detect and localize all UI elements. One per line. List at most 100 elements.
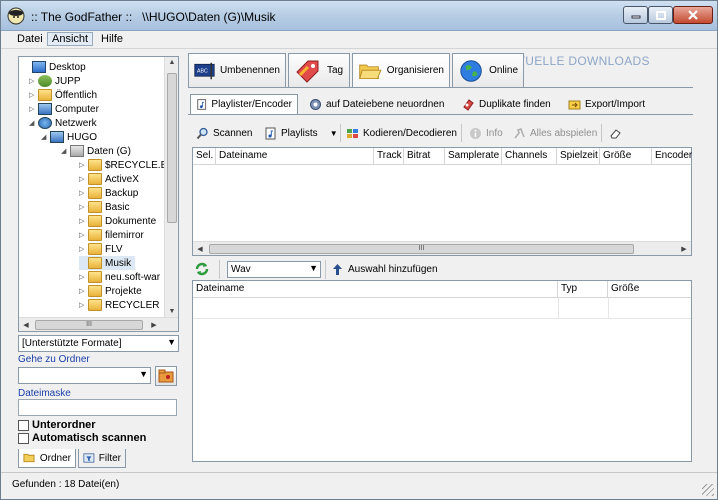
subfolders-checkbox[interactable]: Unterordner [18,419,96,431]
tab-online[interactable]: Online [452,53,524,88]
encode-queue-table[interactable]: Dateiname Typ Größe [192,280,692,462]
refresh-button[interactable] [194,261,210,277]
tree-horizontal-scrollbar[interactable]: ◀ III ▶ [19,317,178,331]
column-dateiname[interactable]: Dateiname [216,148,374,165]
drive-icon [70,145,84,157]
column-bitrate[interactable]: Bitrat [404,148,445,165]
column-track[interactable]: Track [374,148,404,165]
tree-item-computer[interactable]: ▷ Computer [29,102,99,116]
menu-datei[interactable]: Datei [13,33,47,45]
tree-item-dokumente[interactable]: ▷ Dokumente [79,214,156,228]
folder-tree[interactable]: Desktop ▷ JUPP ▷ Öffentlich ▷ Computer ◢ Net… [18,56,179,332]
scroll-left-icon[interactable]: ◀ [19,321,33,329]
scroll-right-icon[interactable]: ▶ [147,321,161,329]
checkbox-box[interactable] [18,419,29,431]
tree-item-activex[interactable]: ▷ ActiveX [79,172,139,186]
tab-tag[interactable]: Tag [288,53,350,88]
column-spielzeit[interactable]: Spielzeit [557,148,600,165]
folder-icon [88,215,102,227]
chevron-down-icon[interactable]: ▼ [330,129,338,138]
scroll-down-icon[interactable]: ▼ [165,308,179,315]
format-filter-combo[interactable]: [Unterstützte Formate] ▼ [18,335,179,352]
subtab-reorganize-files[interactable]: auf Dateiebene neuordnen [304,94,449,114]
globe-icon [460,59,482,82]
tab-divider [188,87,693,88]
resize-grip-icon[interactable] [702,484,714,496]
toolbar-separator [461,124,462,142]
encode-icon [347,128,358,138]
folder-icon [88,173,102,185]
scroll-up-icon[interactable]: ▲ [165,59,179,66]
scroll-thumb[interactable] [167,73,177,223]
autoscan-checkbox[interactable]: Automatisch scannen [18,432,146,444]
tree-item-recycle-bin[interactable]: ▷ $RECYCLE.BI [79,158,170,172]
tree-item-flv[interactable]: ▷ FLV [79,242,123,256]
add-selection-button[interactable]: Auswahl hinzufügen [331,263,438,276]
tab-organisieren[interactable]: Organisieren [352,53,450,88]
tree-item-backup[interactable]: ▷ Backup [79,186,138,200]
chevron-down-icon: ▼ [309,263,318,273]
column-dateiname[interactable]: Dateiname [193,281,558,298]
tree-item-jupp[interactable]: ▷ JUPP [29,74,81,88]
tree-item-recycler[interactable]: ▷ RECYCLER [79,298,159,312]
scroll-left-icon[interactable]: ◀ [193,245,207,253]
tab-ordner[interactable]: Ordner [18,449,76,468]
column-groesse[interactable]: Größe [600,148,652,165]
output-format-select[interactable]: Wav ▼ [227,261,321,278]
filter-icon [83,453,95,463]
column-typ[interactable]: Typ [558,281,608,298]
clear-button[interactable] [609,124,626,142]
subtab-export-import[interactable]: Export/Import [563,94,650,114]
column-encoder[interactable]: Encoder [652,148,692,165]
scroll-right-icon[interactable]: ▶ [677,245,691,253]
tree-item-basic[interactable]: ▷ Basic [79,200,129,214]
close-icon [688,10,698,20]
subtab-find-duplicates[interactable]: Duplikate finden [457,94,556,114]
maximize-button[interactable] [648,6,673,24]
tree-item-musik[interactable]: Musik [79,256,136,270]
scroll-thumb[interactable]: III [209,244,634,254]
tree-item-oeffentlich[interactable]: ▷ Öffentlich [29,88,97,102]
playlists-dropdown-button[interactable]: Playlists ▼ [264,124,338,142]
scroll-thumb[interactable]: III [35,320,143,330]
tab-filter[interactable]: Filter [78,449,126,468]
info-button[interactable]: Info [469,124,503,142]
folder-icon [38,89,52,101]
file-mask-input[interactable] [18,399,177,416]
goto-folder-combo[interactable]: ▼ [18,367,151,384]
column-sel[interactable]: Sel. [193,148,216,165]
table-horizontal-scrollbar[interactable]: ◀ III ▶ [193,241,691,255]
tree-item-desktop[interactable]: Desktop [23,60,86,74]
folder-icon [88,201,102,213]
tree-item-filemirror[interactable]: ▷ filemirror [79,228,144,242]
column-samplerate[interactable]: Samplerate [445,148,502,165]
tree-item-hugo[interactable]: ◢ HUGO [41,130,97,144]
minimize-button[interactable] [623,6,648,24]
checkbox-box[interactable] [18,432,29,444]
column-channels[interactable]: Channels [502,148,557,165]
tab-umbenennen[interactable]: ABC Umbenennen [188,53,286,88]
subtab-divider [188,114,693,115]
menu-ansicht[interactable]: Ansicht [47,32,94,46]
abc-rename-icon: ABC [194,62,215,79]
tree-item-daten-g[interactable]: ◢ Daten (G) [61,144,131,158]
folder-open-icon [359,64,382,79]
column-groesse[interactable]: Größe [608,281,691,298]
scan-button[interactable]: Scannen [196,124,252,142]
folder-icon [88,271,102,283]
menu-hilfe[interactable]: Hilfe [97,33,127,45]
tree-item-netzwerk[interactable]: ◢ Netzwerk [29,116,97,130]
encode-decode-button[interactable]: Kodieren/Decodieren [346,124,457,142]
tree-vertical-scrollbar[interactable]: ▲ ▼ [164,57,178,317]
folder-icon [88,257,102,269]
subtab-playlister-encoder[interactable]: Playlister/Encoder [190,94,298,114]
browse-folder-button[interactable] [155,366,177,386]
close-button[interactable] [673,6,713,24]
playlist-document-icon [265,127,276,139]
maximize-icon [655,10,666,20]
playlist-file-table[interactable]: Sel. Dateiname Track Bitrat Samplerate C… [192,147,692,256]
play-all-button[interactable]: Alles abspielen [513,124,597,142]
tree-item-projekte[interactable]: ▷ Projekte [79,284,142,298]
tree-item-neu-soft-ware[interactable]: ▷ neu.soft-war [79,270,160,284]
computer-icon [38,103,52,115]
